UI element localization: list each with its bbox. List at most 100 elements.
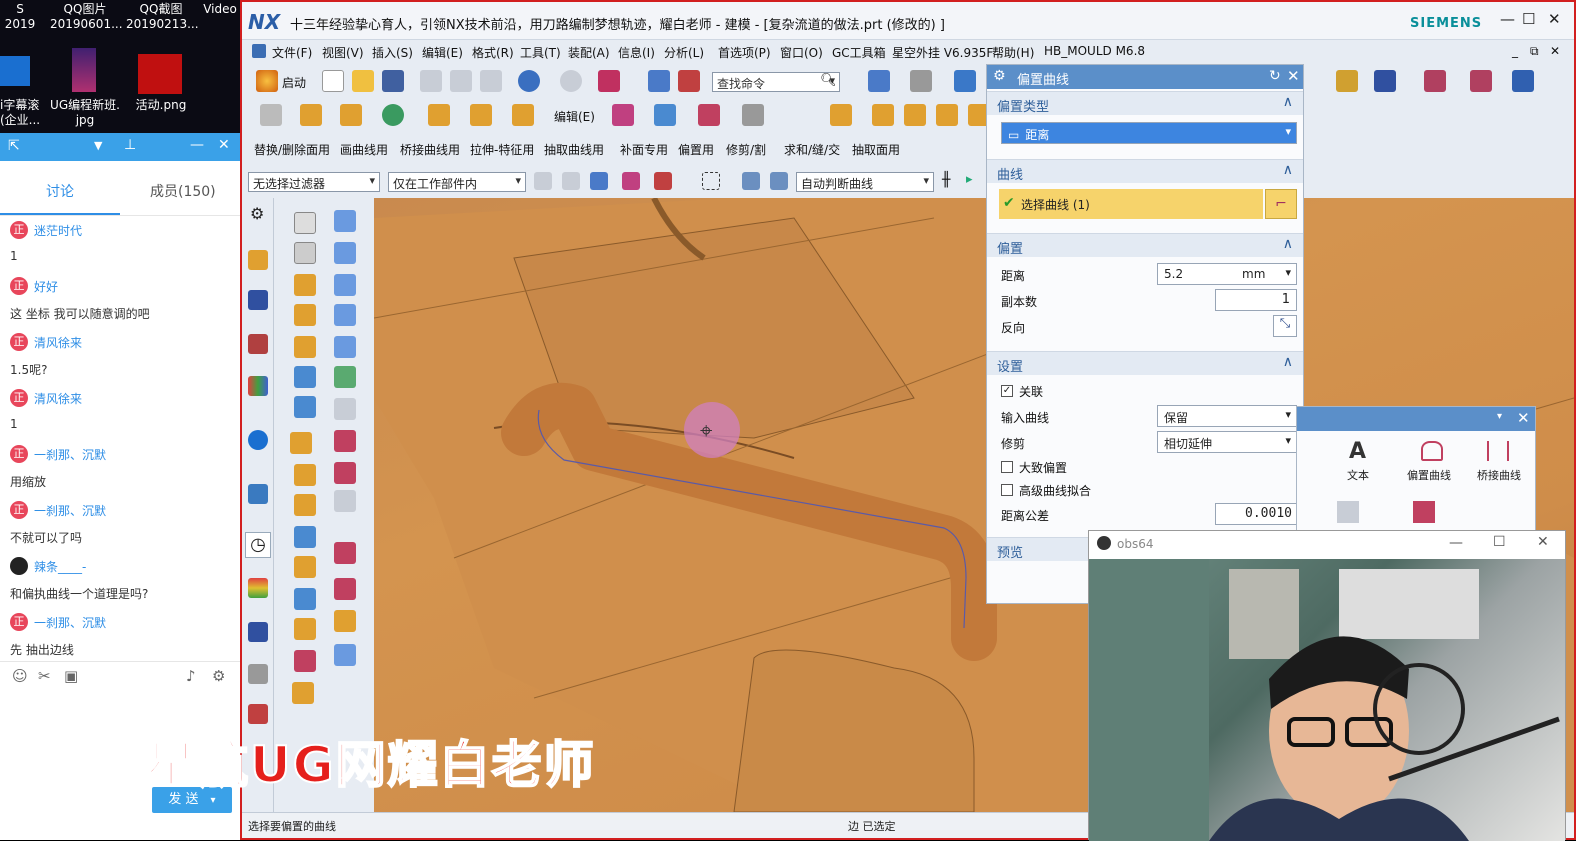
snap-icon[interactable]	[1374, 70, 1396, 92]
curve-plane-icon[interactable]	[334, 210, 356, 232]
copy-icon[interactable]	[450, 70, 472, 92]
history-icon[interactable]	[248, 484, 268, 504]
draft-tool-icon[interactable]	[294, 588, 316, 610]
repeat-command-icon[interactable]	[598, 70, 620, 92]
desktop-icon[interactable]: UG编程新班. jpg	[48, 98, 122, 128]
bounded-plane-icon[interactable]	[334, 398, 356, 420]
touch-mode-icon[interactable]	[648, 70, 670, 92]
subtract-icon[interactable]	[872, 104, 894, 126]
avatar[interactable]	[10, 557, 28, 575]
custom-menu-5[interactable]: 抽取曲线用	[544, 141, 604, 158]
custom-menu-1[interactable]: 替换/删除面用	[254, 141, 330, 158]
desktop-icon[interactable]: QQ图片 20190601...	[50, 2, 123, 32]
rectangle-tool-icon[interactable]	[294, 242, 316, 264]
snap-point-icon[interactable]	[562, 172, 580, 190]
image-thumbnail-icon[interactable]	[138, 54, 182, 94]
dimension-icon[interactable]	[1512, 70, 1534, 92]
sketch-icon[interactable]	[260, 104, 282, 126]
maximize-icon[interactable]: ☐	[1522, 10, 1535, 28]
cube-view-icon[interactable]	[954, 70, 976, 92]
revolve-tool-icon[interactable]	[294, 304, 316, 326]
desktop-icon[interactable]: QQ截图 20190213...	[126, 2, 199, 32]
copies-input[interactable]: 1	[1215, 289, 1297, 311]
menu-format[interactable]: 格式(R)	[472, 44, 514, 61]
menu-gc-toolbox[interactable]: GC工具箱	[832, 44, 886, 61]
distance-input[interactable]: 5.2 mm	[1157, 263, 1297, 285]
web-browser-icon[interactable]	[248, 430, 268, 450]
minimize-icon[interactable]: —	[1449, 535, 1463, 551]
ruled-surface-icon[interactable]	[334, 304, 356, 326]
desktop-icon[interactable]: 活动.png	[128, 98, 194, 113]
measure-icon[interactable]	[1424, 70, 1446, 92]
edit-icon[interactable]	[512, 104, 534, 126]
desktop-icon[interactable]: Video	[200, 2, 240, 17]
constraint-navigator-icon[interactable]	[248, 290, 268, 310]
save-icon[interactable]	[382, 70, 404, 92]
minimize-icon[interactable]: —	[1500, 10, 1515, 28]
avatar[interactable]: 正	[10, 389, 28, 407]
panel-options-icon[interactable]: ▾	[1497, 411, 1502, 422]
grid-icon[interactable]	[1470, 70, 1492, 92]
intersect-icon[interactable]	[904, 104, 926, 126]
redo-icon[interactable]	[560, 70, 582, 92]
offset-type-select[interactable]: ▭ 距离	[1001, 122, 1297, 144]
stop-at-intersection-icon[interactable]: ╫	[942, 172, 950, 188]
pattern-tool-icon[interactable]	[290, 432, 312, 454]
offset-face-tool-icon[interactable]	[294, 618, 316, 640]
menu-assembly[interactable]: 装配(A)	[568, 44, 610, 61]
share-icon[interactable]: ⇱	[8, 138, 20, 154]
window-icon[interactable]	[678, 70, 700, 92]
curve-rule-select[interactable]: 自动判断曲线	[796, 172, 934, 192]
reset-icon[interactable]: ↻	[1269, 68, 1281, 84]
menu-insert[interactable]: 插入(S)	[372, 44, 413, 61]
block-icon[interactable]	[428, 104, 450, 126]
restore-doc-icon[interactable]: ⧉	[1530, 44, 1539, 59]
tab-members[interactable]: 成员(150)	[150, 181, 216, 201]
gear-icon[interactable]: ⚙	[250, 204, 264, 223]
settings-icon[interactable]: ⚙	[212, 667, 225, 685]
gear-icon[interactable]: ⚙	[993, 68, 1006, 84]
selection-scope-select[interactable]: 仅在工作部件内	[388, 172, 526, 192]
menu-hb-mould[interactable]: HB_MOULD M6.8	[1044, 44, 1145, 58]
law-extension-icon[interactable]	[334, 644, 356, 666]
menu-edit[interactable]: 编辑(E)	[422, 44, 463, 61]
reverse-direction-icon[interactable]: ⤡	[1273, 315, 1297, 337]
trim-sheet-icon[interactable]	[334, 430, 356, 452]
close-icon[interactable]: ✕	[1548, 10, 1561, 28]
replace-face-tool-icon[interactable]	[294, 650, 316, 672]
curve-tool-icon[interactable]	[1337, 501, 1359, 523]
fit-view-icon[interactable]	[868, 70, 890, 92]
offset-surface-icon[interactable]	[334, 610, 356, 632]
associative-checkbox[interactable]: ✓	[1001, 385, 1013, 397]
avatar[interactable]: 正	[10, 333, 28, 351]
type-filter-select[interactable]: 无选择过滤器	[248, 172, 380, 192]
cube-tool-icon[interactable]	[292, 682, 314, 704]
select-edge-icon[interactable]	[654, 172, 672, 190]
minimize-icon[interactable]: —	[190, 137, 204, 153]
collapse-icon[interactable]: ∧	[1283, 236, 1293, 252]
select-body-icon[interactable]	[742, 172, 760, 190]
image-icon[interactable]: ▣	[64, 667, 78, 685]
point-icon[interactable]	[382, 104, 404, 126]
manufacturing-wizard-icon[interactable]	[248, 704, 268, 724]
mirror-tool-icon[interactable]	[294, 464, 316, 486]
avatar[interactable]: 正	[10, 445, 28, 463]
close-icon[interactable]: ✕	[1537, 534, 1549, 550]
custom-menu-4[interactable]: 拉伸-特征用	[470, 141, 534, 158]
menu-view[interactable]: 视图(V)	[322, 44, 364, 61]
curve-selector-icon[interactable]: ⌐	[1265, 189, 1297, 219]
process-studio-icon[interactable]	[248, 622, 268, 642]
custom-menu-2[interactable]: 画曲线用	[340, 141, 388, 158]
array-tool-icon[interactable]	[294, 494, 316, 516]
filter-reset-icon[interactable]	[534, 172, 552, 190]
close-icon[interactable]: ✕	[1517, 409, 1530, 427]
reuse-library-icon[interactable]	[248, 376, 268, 396]
custom-menu-9[interactable]: 求和/缝/交	[784, 141, 840, 158]
sender-name[interactable]: 清风徐来	[34, 336, 82, 350]
collapse-icon[interactable]: ∧	[1283, 354, 1293, 370]
avatar[interactable]: 正	[10, 277, 28, 295]
tolerance-input[interactable]: 0.0010	[1215, 503, 1297, 525]
extend-sheet-icon[interactable]	[334, 462, 356, 484]
bridge-curve-tool-label[interactable]: 桥接曲线	[1477, 467, 1521, 483]
sender-name[interactable]: 一刹那、沉默	[34, 616, 106, 630]
